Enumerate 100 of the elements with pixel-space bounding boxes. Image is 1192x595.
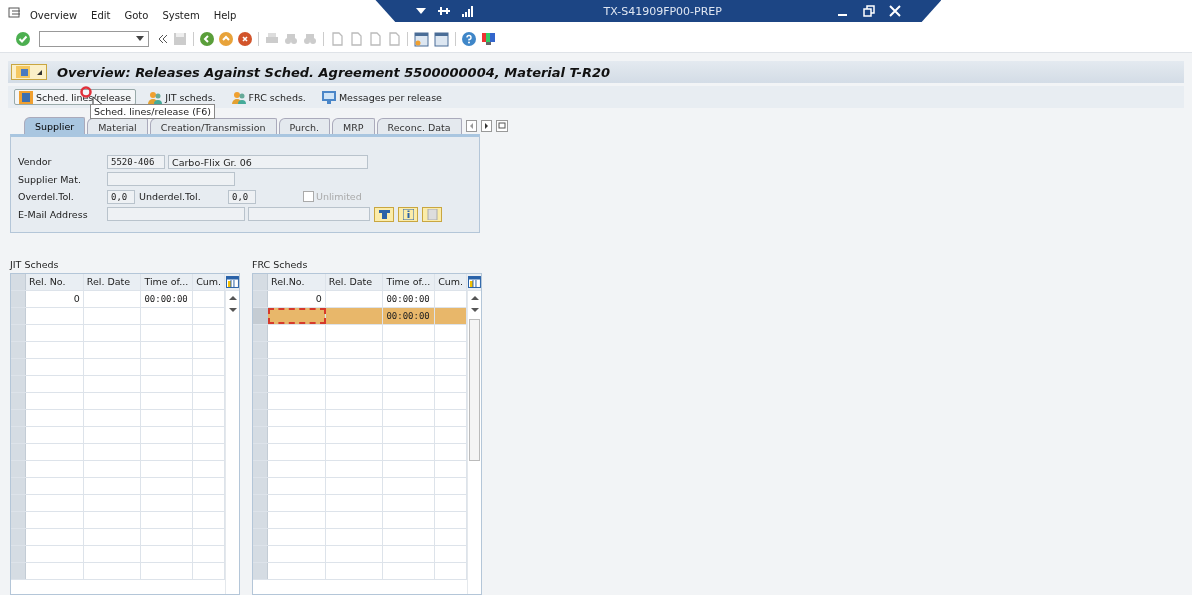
row-selector[interactable] — [253, 546, 268, 562]
save-icon[interactable] — [173, 32, 187, 46]
row-selector[interactable] — [253, 410, 268, 426]
toolbar-button[interactable]: JIT scheds. — [144, 89, 220, 105]
binoculars-icon[interactable] — [303, 32, 317, 46]
scroll-thumb[interactable] — [469, 319, 480, 461]
row-selector[interactable] — [253, 342, 268, 358]
restore-icon[interactable] — [863, 5, 876, 17]
page-icon[interactable] — [387, 32, 401, 46]
window-icon[interactable] — [434, 31, 449, 47]
row-selector[interactable] — [11, 546, 26, 562]
tab[interactable]: Reconc. Data — [376, 118, 462, 134]
input-field[interactable] — [248, 207, 370, 222]
tab[interactable]: Creation/Transmission — [149, 118, 277, 134]
input-field[interactable]: 0,0 — [107, 189, 135, 204]
vendor-name-field[interactable]: Carbo-Flix Gr. 06 — [168, 154, 368, 169]
row-selector[interactable] — [253, 359, 268, 375]
row-selector[interactable] — [253, 495, 268, 511]
toolbar-button[interactable]: Messages per release — [317, 89, 446, 105]
input-field[interactable] — [107, 207, 245, 222]
toolbar-button[interactable]: FRC scheds. — [227, 89, 310, 105]
row-selector[interactable] — [253, 427, 268, 443]
input-field[interactable] — [107, 172, 235, 187]
dropdown-icon[interactable] — [136, 36, 144, 42]
menu-item[interactable]: Goto — [124, 10, 149, 21]
row-selector[interactable] — [11, 461, 26, 477]
row-selector[interactable] — [253, 529, 268, 545]
tab[interactable]: Supplier — [24, 117, 86, 134]
row-selector[interactable] — [11, 478, 26, 494]
menu-item[interactable]: Edit — [91, 10, 111, 21]
tab-list-icon[interactable] — [495, 120, 508, 132]
scroll-down-icon[interactable] — [470, 307, 479, 313]
vendor-code-field[interactable]: 5520-406 — [107, 154, 165, 169]
scroll-up-icon[interactable] — [470, 295, 479, 301]
column-header[interactable]: Cum. — [193, 274, 226, 290]
page-icon[interactable] — [368, 32, 382, 46]
row-selector[interactable] — [253, 461, 268, 477]
dropdown-icon[interactable] — [415, 6, 428, 16]
row-selector[interactable] — [11, 563, 26, 579]
column-header[interactable]: Rel. No. — [26, 274, 84, 290]
menu-item[interactable]: Overview — [30, 10, 78, 21]
scrollbar[interactable] — [467, 291, 481, 594]
table-settings-icon[interactable] — [468, 276, 481, 288]
page-icon[interactable] — [330, 32, 344, 46]
column-header[interactable]: Time of... — [383, 274, 436, 290]
help-icon[interactable] — [462, 32, 476, 46]
close-icon[interactable] — [889, 5, 902, 17]
scrollbar[interactable] — [225, 291, 239, 594]
row-selector[interactable] — [11, 512, 26, 528]
select-all-button[interactable] — [253, 274, 268, 290]
table-cell[interactable] — [268, 308, 326, 324]
binoculars-icon[interactable] — [284, 32, 298, 46]
row-selector[interactable] — [11, 495, 26, 511]
row-selector[interactable] — [253, 444, 268, 460]
select-all-button[interactable] — [11, 274, 26, 290]
column-header[interactable]: Rel.No. — [268, 274, 326, 290]
print-icon[interactable] — [265, 32, 279, 46]
menu-button[interactable] — [11, 64, 47, 80]
check-icon[interactable] — [16, 32, 30, 46]
address-button[interactable] — [374, 206, 394, 222]
row-selector[interactable] — [253, 376, 268, 392]
tab[interactable]: MRP — [332, 118, 375, 134]
page-icon[interactable] — [349, 32, 363, 46]
row-selector[interactable] — [253, 291, 268, 307]
chevron-icon[interactable] — [158, 34, 168, 44]
row-selector[interactable] — [11, 376, 26, 392]
menu-item[interactable]: Help — [213, 10, 237, 21]
column-header[interactable]: Cum. — [435, 274, 468, 290]
input-field[interactable]: 0,0 — [228, 189, 256, 204]
column-header[interactable]: Rel. Date — [83, 274, 142, 290]
row-selector[interactable] — [11, 444, 26, 460]
menu-icon[interactable] — [8, 7, 22, 19]
tab[interactable]: Purch. — [278, 118, 331, 134]
scroll-down-icon[interactable] — [228, 307, 237, 313]
menu-item[interactable]: System — [162, 10, 200, 21]
scroll-up-icon[interactable] — [228, 295, 237, 301]
row-selector[interactable] — [11, 291, 26, 307]
row-selector[interactable] — [11, 308, 26, 324]
row-selector[interactable] — [253, 478, 268, 494]
row-selector[interactable] — [11, 410, 26, 426]
row-selector[interactable] — [253, 393, 268, 409]
row-selector[interactable] — [11, 359, 26, 375]
info-button[interactable] — [398, 206, 418, 222]
row-selector[interactable] — [253, 563, 268, 579]
column-header[interactable]: Rel. Date — [325, 274, 384, 290]
row-selector[interactable] — [253, 308, 268, 324]
row-selector[interactable] — [253, 512, 268, 528]
back-icon[interactable] — [200, 32, 214, 46]
pin-icon[interactable] — [437, 5, 452, 17]
column-header[interactable]: Time of... — [141, 274, 194, 290]
cancel-icon[interactable] — [238, 32, 252, 46]
monitor-icon[interactable] — [481, 32, 496, 46]
row-selector[interactable] — [11, 529, 26, 545]
row-selector[interactable] — [253, 325, 268, 341]
exit-icon[interactable] — [219, 32, 233, 46]
row-selector[interactable] — [11, 325, 26, 341]
table-settings-icon[interactable] — [226, 276, 239, 288]
row-selector[interactable] — [11, 427, 26, 443]
row-selector[interactable] — [11, 342, 26, 358]
command-field[interactable] — [39, 31, 149, 47]
